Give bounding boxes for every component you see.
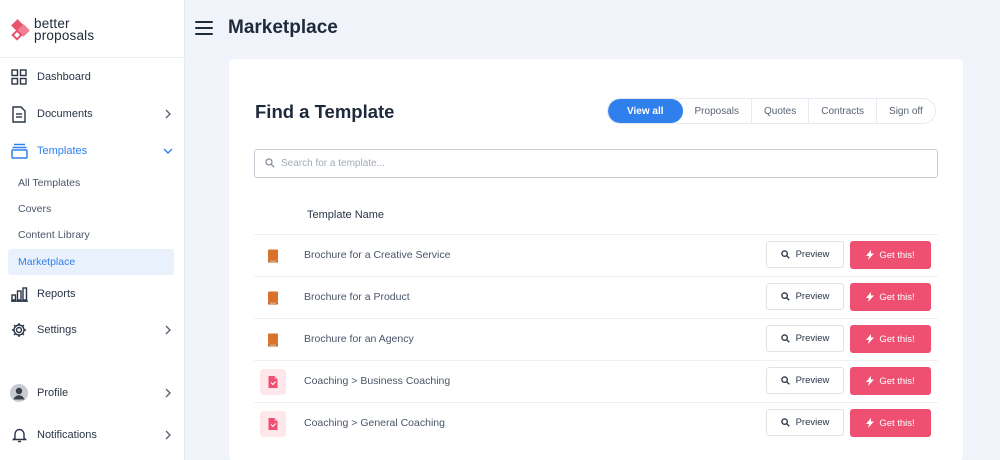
chevron-right-icon bbox=[161, 428, 175, 442]
logo-mark-icon bbox=[11, 19, 30, 41]
document-icon bbox=[10, 105, 28, 123]
avatar bbox=[10, 384, 28, 402]
preview-label: Preview bbox=[795, 333, 830, 344]
table-row: Coaching > General Coaching Preview Get … bbox=[254, 402, 938, 444]
sidebar-item-profile[interactable]: Profile bbox=[0, 378, 185, 408]
table-row: Brochure for a Creative Service Preview … bbox=[254, 234, 938, 276]
get-template-button[interactable]: Get this! bbox=[850, 367, 931, 395]
sidebar-item-label: Documents bbox=[37, 108, 93, 120]
lightning-icon bbox=[866, 334, 875, 344]
filter-view-all[interactable]: View all bbox=[608, 99, 683, 123]
get-template-button[interactable]: Get this! bbox=[850, 325, 931, 353]
chevron-right-icon bbox=[161, 386, 175, 400]
get-label: Get this! bbox=[879, 375, 915, 387]
sidebar-item-settings[interactable]: Settings bbox=[0, 315, 185, 345]
sidebar-item-documents[interactable]: Documents bbox=[0, 99, 185, 129]
table-row: Brochure for a Product Preview Get this! bbox=[254, 276, 938, 318]
search-icon bbox=[780, 292, 790, 301]
preview-label: Preview bbox=[795, 249, 830, 260]
template-marketplace-card: Find a Template View all Proposals Quote… bbox=[229, 59, 963, 460]
template-name: Coaching > Business Coaching bbox=[304, 375, 451, 387]
search-icon bbox=[265, 155, 275, 173]
template-name: Brochure for an Agency bbox=[304, 333, 414, 345]
template-name: Brochure for a Creative Service bbox=[304, 249, 451, 261]
preview-button[interactable]: Preview bbox=[766, 283, 844, 310]
sidebar-item-notifications[interactable]: Notifications bbox=[0, 420, 185, 450]
get-label: Get this! bbox=[879, 333, 915, 345]
lightning-icon bbox=[866, 418, 875, 428]
sidebar: better proposals Dashboard Documents Tem… bbox=[0, 0, 185, 460]
top-bar: Marketplace bbox=[185, 0, 1000, 58]
file-icon bbox=[260, 411, 286, 437]
preview-label: Preview bbox=[795, 375, 830, 386]
get-label: Get this! bbox=[879, 291, 915, 303]
filter-quotes[interactable]: Quotes bbox=[752, 99, 810, 123]
lightning-icon bbox=[866, 250, 875, 260]
column-header-template-name: Template Name bbox=[307, 209, 385, 221]
search-input[interactable] bbox=[281, 158, 921, 169]
sidebar-subitem-marketplace[interactable]: Marketplace bbox=[8, 249, 174, 275]
section-title: Find a Template bbox=[255, 101, 395, 122]
search-icon bbox=[780, 334, 790, 343]
preview-button[interactable]: Preview bbox=[766, 367, 844, 394]
sidebar-divider bbox=[0, 57, 185, 58]
get-template-button[interactable]: Get this! bbox=[850, 283, 931, 311]
preview-label: Preview bbox=[795, 291, 830, 302]
book-icon bbox=[260, 285, 286, 311]
book-icon bbox=[260, 327, 286, 353]
preview-label: Preview bbox=[795, 417, 830, 428]
search-box bbox=[254, 149, 938, 178]
filter-proposals[interactable]: Proposals bbox=[683, 99, 752, 123]
file-icon bbox=[260, 369, 286, 395]
sidebar-subitem-all-templates[interactable]: All Templates bbox=[8, 170, 174, 196]
layers-icon bbox=[10, 142, 28, 160]
category-filter-group: View all Proposals Quotes Contracts Sign… bbox=[607, 98, 936, 124]
search-icon bbox=[780, 250, 790, 259]
chevron-right-icon bbox=[161, 107, 175, 121]
sidebar-subitem-content-library[interactable]: Content Library bbox=[8, 222, 174, 248]
book-icon bbox=[260, 243, 286, 269]
get-label: Get this! bbox=[879, 249, 915, 261]
sidebar-item-label: Reports bbox=[37, 288, 76, 300]
sidebar-item-reports[interactable]: Reports bbox=[0, 279, 185, 309]
preview-button[interactable]: Preview bbox=[766, 241, 844, 268]
lightning-icon bbox=[866, 292, 875, 302]
logo-text: better proposals bbox=[34, 16, 95, 43]
get-template-button[interactable]: Get this! bbox=[850, 241, 931, 269]
brand-logo[interactable]: better proposals bbox=[11, 16, 95, 43]
sidebar-item-label: Notifications bbox=[37, 429, 97, 441]
template-list: Brochure for a Creative Service Preview … bbox=[254, 234, 938, 444]
sidebar-item-label: Profile bbox=[37, 387, 69, 399]
sidebar-item-dashboard[interactable]: Dashboard bbox=[0, 62, 185, 92]
page-title: Marketplace bbox=[228, 17, 338, 38]
preview-button[interactable]: Preview bbox=[766, 325, 844, 352]
search-icon bbox=[780, 418, 790, 427]
table-row: Brochure for an Agency Preview Get this! bbox=[254, 318, 938, 360]
sidebar-item-label: Dashboard bbox=[37, 71, 91, 83]
filter-contracts[interactable]: Contracts bbox=[809, 99, 878, 123]
lightning-icon bbox=[866, 376, 875, 386]
bar-chart-icon bbox=[10, 285, 28, 303]
bell-icon bbox=[10, 426, 28, 444]
table-row: Coaching > Business Coaching Preview Get… bbox=[254, 360, 938, 402]
grid-icon bbox=[10, 68, 28, 86]
get-template-button[interactable]: Get this! bbox=[850, 409, 931, 437]
chevron-down-icon bbox=[161, 144, 175, 158]
sidebar-item-templates[interactable]: Templates bbox=[0, 136, 185, 166]
gear-icon bbox=[10, 321, 28, 339]
menu-icon[interactable] bbox=[195, 21, 213, 37]
sidebar-item-label: Settings bbox=[37, 324, 77, 336]
template-name: Brochure for a Product bbox=[304, 291, 410, 303]
filter-sign-off[interactable]: Sign off bbox=[877, 99, 935, 123]
template-name: Coaching > General Coaching bbox=[304, 417, 445, 429]
sidebar-subitem-covers[interactable]: Covers bbox=[8, 196, 174, 222]
get-label: Get this! bbox=[879, 417, 915, 429]
chevron-right-icon bbox=[161, 323, 175, 337]
preview-button[interactable]: Preview bbox=[766, 409, 844, 436]
search-icon bbox=[780, 376, 790, 385]
sidebar-item-label: Templates bbox=[37, 145, 88, 157]
